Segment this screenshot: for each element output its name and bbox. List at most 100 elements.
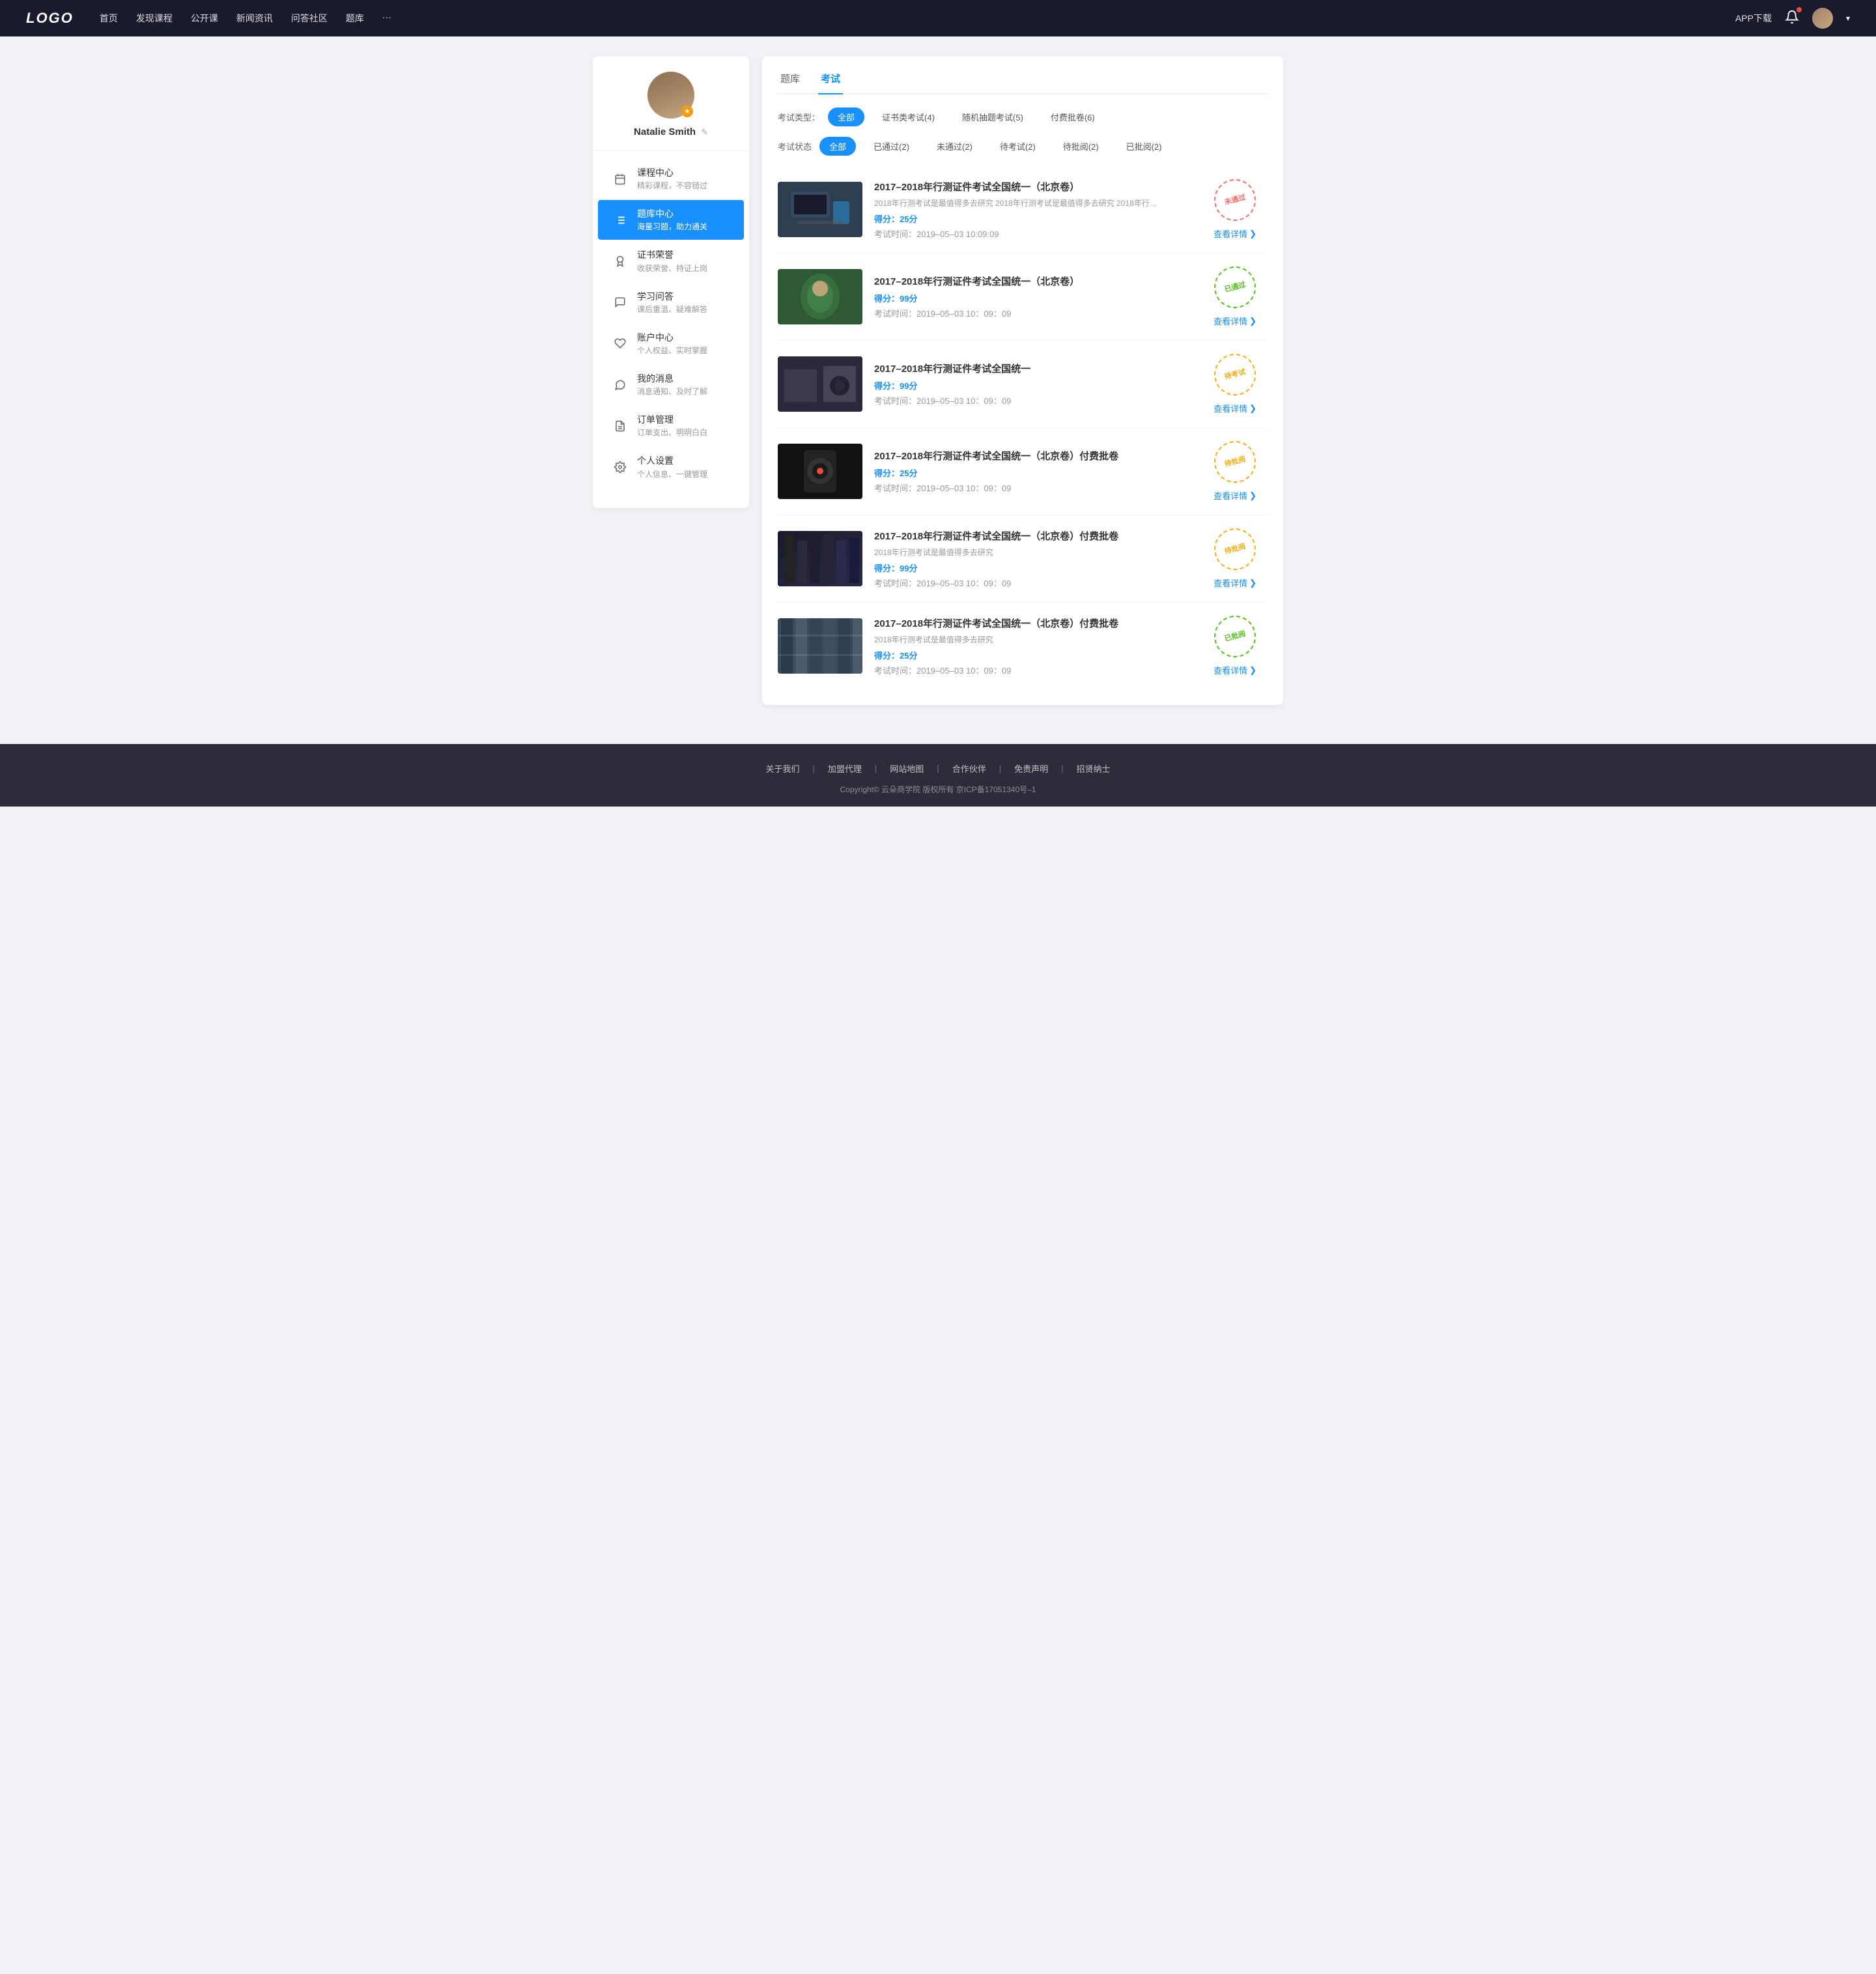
app-download-button[interactable]: APP下载 <box>1735 12 1772 25</box>
exam-thumb-2 <box>778 269 862 324</box>
sidebar-item-messages[interactable]: 我的消息 消息通知、及时了解 <box>598 365 744 405</box>
calendar-icon <box>611 170 629 188</box>
tab-questionbank[interactable]: 题库 <box>778 72 803 93</box>
exam-info-6: 2017–2018年行测证件考试全国统一（北京卷）付费批卷 2018年行测考试是… <box>874 616 1191 676</box>
exam-right-4: 待批阅 查看详情 ❯ <box>1202 441 1268 502</box>
exam-score-1: 得分：25分 <box>874 212 1191 225</box>
exam-detail-link-4[interactable]: 查看详情 ❯ <box>1214 489 1257 502</box>
filter-status-pending[interactable]: 待考试(2) <box>990 137 1045 156</box>
exam-time-1: 考试时间：2019–05–03 10:09:09 <box>874 227 1191 240</box>
footer-link-partners[interactable]: 合作伙伴 <box>952 762 986 775</box>
exam-time-6: 考试时间：2019–05–03 10：09：09 <box>874 664 1191 676</box>
exam-detail-link-6[interactable]: 查看详情 ❯ <box>1214 664 1257 676</box>
exam-item-2: 2017–2018年行测证件考试全国统一（北京卷） 得分：99分 考试时间：20… <box>778 253 1268 341</box>
chevron-right-icon: ❯ <box>1249 316 1257 326</box>
sidebar-item-title: 账户中心 <box>637 332 731 343</box>
sidebar-item-certificate[interactable]: 证书荣誉 收获荣誉、持证上岗 <box>598 241 744 281</box>
filter-type-cert[interactable]: 证书类考试(4) <box>872 107 945 126</box>
exam-info-5: 2017–2018年行测证件考试全国统一（北京卷）付费批卷 2018年行测考试是… <box>874 529 1191 589</box>
sidebar-menu: 课程中心 精彩课程，不容错过 题库中心 <box>593 151 749 495</box>
main-wrapper: ★ Natalie Smith ✎ 课程中心 <box>580 36 1296 724</box>
profile-edit-icon[interactable]: ✎ <box>701 127 708 137</box>
exam-thumb-5 <box>778 531 862 586</box>
nav-discover[interactable]: 发现课程 <box>136 12 173 25</box>
profile-avatar-wrap: ★ <box>647 72 694 119</box>
exam-right-1: 未通过 查看详情 ❯ <box>1202 179 1268 240</box>
footer-copyright: Copyright© 云朵商学院 版权所有 京ICP备17051340号–1 <box>0 784 1876 795</box>
nav-home[interactable]: 首页 <box>100 12 118 25</box>
sidebar-item-account[interactable]: 账户中心 个人权益、实时掌握 <box>598 324 744 364</box>
exam-info-2: 2017–2018年行测证件考试全国统一（北京卷） 得分：99分 考试时间：20… <box>874 274 1191 319</box>
nav-more[interactable]: ··· <box>382 12 391 25</box>
notification-badge <box>1797 7 1802 12</box>
sidebar-item-sub: 个人信息、一键管理 <box>637 468 731 479</box>
filter-type-all[interactable]: 全部 <box>828 107 864 126</box>
exam-detail-link-2[interactable]: 查看详情 ❯ <box>1214 315 1257 327</box>
sidebar-item-title: 题库中心 <box>637 208 731 220</box>
sidebar-item-qa[interactable]: 学习问答 课后重温、疑难解答 <box>598 283 744 322</box>
sidebar-item-sub: 海量习题，助力通关 <box>637 221 731 232</box>
filter-status-review[interactable]: 待批阅(2) <box>1053 137 1109 156</box>
sidebar-text-orders: 订单管理 订单支出、明明白白 <box>637 414 731 438</box>
sidebar-item-course-center[interactable]: 课程中心 精彩课程，不容错过 <box>598 159 744 199</box>
footer-link-sitemap[interactable]: 网站地图 <box>890 762 924 775</box>
notification-bell[interactable] <box>1785 10 1799 27</box>
exam-detail-link-1[interactable]: 查看详情 ❯ <box>1214 227 1257 240</box>
chevron-right-icon: ❯ <box>1249 665 1257 676</box>
nav-opencourse[interactable]: 公开课 <box>191 12 218 25</box>
filter-status-reviewed[interactable]: 已批阅(2) <box>1116 137 1172 156</box>
sidebar-text-qa: 学习问答 课后重温、疑难解答 <box>637 291 731 315</box>
nav-news[interactable]: 新闻资讯 <box>236 12 273 25</box>
filter-status-failed[interactable]: 未通过(2) <box>927 137 982 156</box>
sidebar-text-messages: 我的消息 消息通知、及时了解 <box>637 373 731 397</box>
exam-status-stamp-6: 已批阅 <box>1210 611 1260 662</box>
nav-qa[interactable]: 问答社区 <box>291 12 328 25</box>
footer-link-franchise[interactable]: 加盟代理 <box>828 762 862 775</box>
filter-type-paid[interactable]: 付费批卷(6) <box>1041 107 1105 126</box>
list-icon <box>611 211 629 229</box>
sidebar-item-sub: 个人权益、实时掌握 <box>637 345 731 356</box>
avatar[interactable] <box>1812 8 1833 29</box>
exam-info-4: 2017–2018年行测证件考试全国统一（北京卷）付费批卷 得分：25分 考试时… <box>874 449 1191 494</box>
exam-status-stamp-2: 已通过 <box>1210 262 1260 313</box>
filter-type-random[interactable]: 随机抽题考试(5) <box>952 107 1033 126</box>
footer-links: 关于我们 | 加盟代理 | 网站地图 | 合作伙伴 | 免责声明 | 招贤纳士 <box>0 762 1876 775</box>
header-right: APP下载 ▾ <box>1735 8 1850 29</box>
exam-detail-link-5[interactable]: 查看详情 ❯ <box>1214 577 1257 589</box>
footer-link-disclaimer[interactable]: 免责声明 <box>1014 762 1048 775</box>
sidebar-item-settings[interactable]: 个人设置 个人信息、一键管理 <box>598 447 744 487</box>
exam-title-6: 2017–2018年行测证件考试全国统一（北京卷）付费批卷 <box>874 616 1191 630</box>
filter-status-label: 考试状态 <box>778 140 812 152</box>
footer: 关于我们 | 加盟代理 | 网站地图 | 合作伙伴 | 免责声明 | 招贤纳士 … <box>0 744 1876 807</box>
exam-title-2: 2017–2018年行测证件考试全国统一（北京卷） <box>874 274 1191 288</box>
sidebar-item-sub: 精彩课程，不容错过 <box>637 180 731 191</box>
main-nav: 首页 发现课程 公开课 新闻资讯 问答社区 题库 ··· <box>100 12 1735 25</box>
exam-time-2: 考试时间：2019–05–03 10：09：09 <box>874 307 1191 319</box>
sidebar-profile: ★ Natalie Smith ✎ <box>593 72 749 151</box>
sidebar-text-settings: 个人设置 个人信息、一键管理 <box>637 455 731 479</box>
chevron-down-icon[interactable]: ▾ <box>1846 14 1850 23</box>
sidebar-item-question-bank[interactable]: 题库中心 海量习题，助力通关 <box>598 200 744 240</box>
nav-questionbank[interactable]: 题库 <box>346 12 364 25</box>
tab-exam[interactable]: 考试 <box>818 72 843 93</box>
exam-info-3: 2017–2018年行测证件考试全国统一 得分：99分 考试时间：2019–05… <box>874 362 1191 407</box>
sidebar-text-account: 账户中心 个人权益、实时掌握 <box>637 332 731 356</box>
exam-thumb-3 <box>778 356 862 412</box>
exam-thumb-4 <box>778 444 862 499</box>
sidebar: ★ Natalie Smith ✎ 课程中心 <box>593 56 749 508</box>
sidebar-item-orders[interactable]: 订单管理 订单支出、明明白白 <box>598 406 744 446</box>
exam-item-6: 2017–2018年行测证件考试全国统一（北京卷）付费批卷 2018年行测考试是… <box>778 603 1268 689</box>
footer-link-about[interactable]: 关于我们 <box>765 762 799 775</box>
sidebar-text-course: 课程中心 精彩课程，不容错过 <box>637 167 731 191</box>
message-icon <box>611 293 629 311</box>
exam-score-2: 得分：99分 <box>874 292 1191 304</box>
exam-detail-link-3[interactable]: 查看详情 ❯ <box>1214 402 1257 414</box>
exam-score-5: 得分：99分 <box>874 562 1191 574</box>
exam-item-3: 2017–2018年行测证件考试全国统一 得分：99分 考试时间：2019–05… <box>778 341 1268 428</box>
sidebar-item-title: 课程中心 <box>637 167 731 179</box>
exam-status-stamp-4: 待批阅 <box>1210 436 1260 487</box>
footer-link-careers[interactable]: 招贤纳士 <box>1077 762 1111 775</box>
filter-status-all[interactable]: 全部 <box>819 137 856 156</box>
sidebar-item-title: 我的消息 <box>637 373 731 384</box>
filter-status-passed[interactable]: 已通过(2) <box>864 137 919 156</box>
